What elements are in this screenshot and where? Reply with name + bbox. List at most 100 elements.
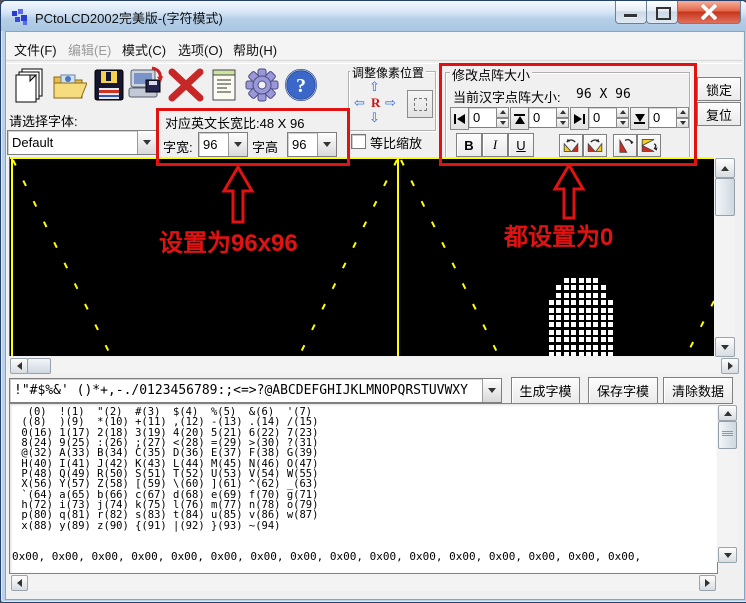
flip-vertical-icon xyxy=(616,137,634,154)
scale-lock-checkbox[interactable] xyxy=(351,134,366,149)
ratio-label: 对应英文长宽比:48 X 96 xyxy=(165,113,304,132)
annotation-text-right: 都设置为0 xyxy=(504,217,613,252)
notes-button[interactable] xyxy=(205,64,243,106)
font-combo-drop[interactable] xyxy=(137,131,156,154)
underline-button[interactable]: U xyxy=(508,133,534,157)
app-icon xyxy=(11,8,29,26)
arrow-up-icon xyxy=(724,411,732,416)
svg-text:?: ? xyxy=(296,75,306,97)
margin-bottom-spinner[interactable] xyxy=(676,107,689,128)
arrow-up-icon xyxy=(721,166,729,171)
flip-horizontal-button[interactable] xyxy=(637,134,661,157)
char-set-combo[interactable]: !"#$%&' ()*+,-./0123456789:;<=>?@ABCDEFG… xyxy=(9,378,502,403)
char-height-drop[interactable] xyxy=(317,133,336,156)
save-button[interactable] xyxy=(90,64,128,106)
scroll-up-button[interactable] xyxy=(718,405,737,421)
chevron-down-icon xyxy=(143,140,151,145)
settings-button[interactable] xyxy=(243,64,281,106)
flip-vertical-button[interactable] xyxy=(613,134,637,157)
glyph-preview-canvas[interactable] xyxy=(9,157,715,356)
flip-horizontal-icon xyxy=(640,137,658,154)
margin-right-icon-button[interactable] xyxy=(570,107,589,130)
rotate-left-button[interactable] xyxy=(559,134,583,157)
menu-edit[interactable]: 编辑(E) xyxy=(63,38,116,61)
open-folder-icon xyxy=(51,67,87,103)
reset-position-r[interactable]: R xyxy=(371,96,380,109)
delete-button[interactable] xyxy=(167,64,205,106)
expand-bottom-icon xyxy=(634,122,645,124)
device-save-icon xyxy=(128,66,166,104)
scroll-down-button[interactable] xyxy=(715,337,735,357)
center-icon xyxy=(414,98,427,111)
move-right-icon[interactable]: ⇨ xyxy=(385,96,396,109)
minimize-button[interactable] xyxy=(615,1,647,24)
title-bar: PCtoLCD2002完美版-(字符模式) xyxy=(1,1,746,31)
margin-right-spinner[interactable] xyxy=(616,107,629,128)
canvas-horizontal-scrollbar[interactable] xyxy=(9,357,739,374)
italic-button[interactable]: I xyxy=(482,133,508,157)
canvas-hscroll-thumb[interactable] xyxy=(27,358,51,374)
move-down-icon[interactable]: ⇩ xyxy=(369,111,380,124)
char-width-combo[interactable]: 96 xyxy=(198,132,248,157)
new-file-button[interactable] xyxy=(11,64,49,106)
menu-options[interactable]: 选项(O) xyxy=(173,38,228,61)
scroll-left-button[interactable] xyxy=(10,358,28,374)
close-button[interactable] xyxy=(677,1,741,24)
rotate-left-icon xyxy=(562,137,580,154)
current-size-label: 当前汉字点阵大小: xyxy=(453,87,561,106)
delete-x-icon xyxy=(168,68,204,102)
center-glyph-button[interactable] xyxy=(407,90,433,118)
reset-button[interactable]: 复位 xyxy=(697,102,741,126)
minimize-icon xyxy=(624,14,637,17)
spin-down xyxy=(616,118,629,129)
maximize-button[interactable] xyxy=(646,1,678,24)
annotation-text-left: 设置为96x96 xyxy=(159,223,298,258)
margin-top-icon-button[interactable] xyxy=(510,107,529,130)
help-button[interactable]: ? xyxy=(282,64,320,106)
rotate-right-button[interactable] xyxy=(583,134,607,157)
scroll-right-button[interactable] xyxy=(721,358,739,374)
move-left-icon[interactable]: ⇦ xyxy=(354,96,365,109)
canvas-vertical-scrollbar[interactable] xyxy=(714,157,735,356)
save-to-device-button[interactable] xyxy=(128,64,166,106)
rotate-right-icon xyxy=(586,137,604,154)
char-height-combo[interactable]: 96 xyxy=(287,132,337,157)
output-textarea[interactable]: (0) !(1) "(2) #(3) $(4) %(5) &(6) '(7) (… xyxy=(9,403,718,574)
menu-mode[interactable]: 模式(C) xyxy=(117,38,171,61)
char-width-drop[interactable] xyxy=(228,133,247,156)
font-combo[interactable]: Default xyxy=(7,130,157,155)
margin-left-spinner[interactable] xyxy=(496,107,509,128)
open-file-button[interactable] xyxy=(50,64,88,106)
save-font-button[interactable]: 保存字模 xyxy=(588,377,658,404)
arrow-down-icon xyxy=(724,553,732,558)
menu-help[interactable]: 帮助(H) xyxy=(228,38,282,61)
spin-down xyxy=(496,118,509,129)
output-vscroll-thumb[interactable] xyxy=(718,421,737,449)
chevron-down-icon xyxy=(488,388,496,393)
dot-matrix-title: 修改点阵大小 xyxy=(450,65,532,84)
output-horizontal-scrollbar[interactable] xyxy=(9,574,716,591)
clear-data-button[interactable]: 清除数据 xyxy=(663,377,733,404)
margin-left-icon-button[interactable] xyxy=(450,107,469,130)
arrow-down-icon xyxy=(721,345,729,350)
margin-top-spinner[interactable] xyxy=(556,107,569,128)
bold-button[interactable]: B xyxy=(456,133,482,157)
menu-file[interactable]: 文件(F) xyxy=(9,38,62,61)
font-combo-value: Default xyxy=(8,133,137,152)
spin-down xyxy=(676,118,689,129)
char-width-value: 96 xyxy=(199,135,228,154)
gear-icon xyxy=(244,67,280,103)
canvas-vscroll-thumb[interactable] xyxy=(715,178,735,216)
app-window: PCtoLCD2002完美版-(字符模式) 文件(F) 编辑(E) 模式(C) … xyxy=(0,0,746,603)
scroll-left-button[interactable] xyxy=(11,575,28,591)
output-vertical-scrollbar[interactable] xyxy=(717,404,737,562)
margin-bottom-icon-button[interactable] xyxy=(630,107,649,130)
scroll-down-button[interactable] xyxy=(718,547,737,563)
scroll-right-button[interactable] xyxy=(699,575,716,591)
lock-button[interactable]: 锁定 xyxy=(697,77,741,101)
annotation-arrow-right xyxy=(547,163,591,221)
scroll-up-button[interactable] xyxy=(715,158,735,178)
char-set-drop[interactable] xyxy=(482,379,501,402)
move-up-icon[interactable]: ⇧ xyxy=(369,80,380,93)
generate-font-button[interactable]: 生成字模 xyxy=(511,377,580,404)
